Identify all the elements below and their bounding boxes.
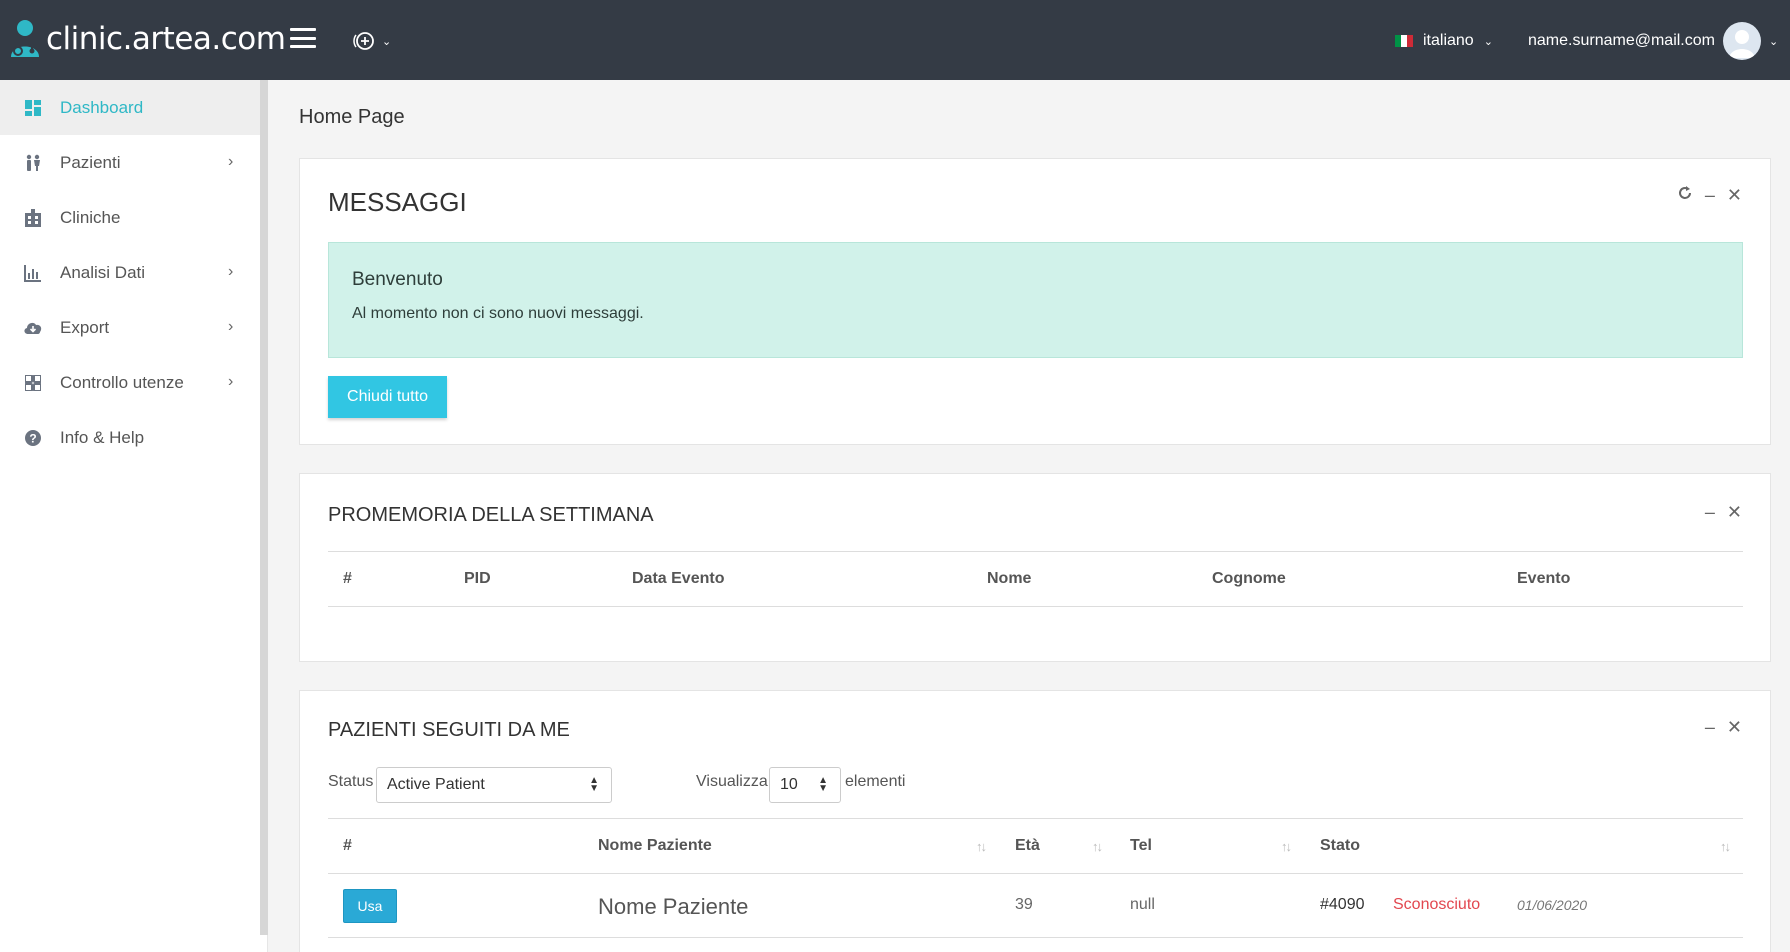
sidebar-item-label: Pazienti: [60, 152, 121, 172]
help-circle-icon: ?: [22, 427, 44, 449]
sidebar-scrollbar[interactable]: [260, 80, 268, 935]
column-header[interactable]: Data Evento: [632, 570, 724, 588]
patients-title: PAZIENTI SEGUITI DA ME: [328, 719, 570, 741]
column-header[interactable]: #: [343, 837, 352, 855]
sidebar-item-label: Dashboard: [60, 97, 144, 117]
column-header[interactable]: Età: [1015, 837, 1040, 855]
close-icon[interactable]: ✕: [1727, 185, 1742, 206]
grid-icon: [22, 372, 44, 394]
chevron-down-icon: ⌄: [1483, 35, 1493, 48]
sidebar-item-label: Export: [60, 317, 110, 337]
chevron-down-icon: ⌄: [382, 35, 392, 48]
sidebar-item-controllo-utenze[interactable]: Controllo utenze ›: [0, 355, 267, 410]
messages-panel: MESSAGGI – ✕ Benvenuto Al momento non ci…: [299, 158, 1771, 445]
avatar: [1722, 22, 1761, 60]
select-caret-icon: ▲ ▼: [589, 775, 599, 794]
close-all-button[interactable]: Chiudi tutto: [328, 376, 447, 418]
italy-flag-icon: [1395, 35, 1413, 47]
alert-title: Benvenuto: [352, 269, 443, 290]
sidebar-item-cliniche[interactable]: Cliniche: [0, 190, 267, 245]
column-header[interactable]: Stato: [1320, 837, 1360, 855]
select-caret-icon: ▲ ▼: [818, 775, 828, 794]
sort-icon[interactable]: ↑↓: [976, 839, 987, 854]
menu-toggle-icon[interactable]: [290, 28, 316, 48]
column-header[interactable]: #: [343, 570, 352, 588]
page-size-select[interactable]: 10 ▲ ▼: [769, 767, 841, 803]
use-patient-button[interactable]: Usa: [343, 889, 397, 923]
language-label: italiano: [1423, 32, 1474, 49]
page-size-suffix: elementi: [845, 773, 906, 790]
chevron-down-icon: ⌄: [1768, 35, 1779, 48]
sidebar-item-info-help[interactable]: ? Info & Help: [0, 410, 267, 465]
top-navbar: clinic.artea.com ⌄ italiano ⌄ name.surna…: [0, 0, 1790, 80]
patient-id: #4090: [1320, 896, 1365, 913]
reminders-panel: PROMEMORIA DELLA SETTIMANA – ✕ # PID Dat…: [299, 473, 1771, 662]
column-header[interactable]: Evento: [1517, 570, 1570, 588]
chevron-right-icon: ›: [228, 153, 234, 170]
sidebar-item-label: Cliniche: [60, 207, 121, 227]
status-select-value: Active Patient: [387, 776, 485, 793]
quick-add-menu[interactable]: ⌄: [352, 28, 391, 54]
patient-age: 39: [1015, 896, 1033, 913]
sort-icon[interactable]: ↑↓: [1092, 839, 1103, 854]
page-size-label: Visualizza: [696, 773, 768, 790]
table-row: Usa Nome Paziente 39 null #4090 Sconosci…: [328, 874, 1743, 938]
alert-text: Al momento non ci sono nuovi messaggi.: [352, 305, 644, 322]
page-title: Home Page: [299, 106, 405, 128]
column-header[interactable]: Nome: [987, 570, 1031, 588]
column-header[interactable]: Tel: [1130, 837, 1152, 855]
page-size-value: 10: [780, 776, 798, 793]
column-header[interactable]: PID: [464, 570, 491, 588]
sort-icon[interactable]: ↑↓: [1720, 839, 1731, 854]
doctor-icon: [8, 19, 42, 59]
column-header[interactable]: Nome Paziente: [598, 837, 712, 855]
sidebar-item-label: Info & Help: [60, 427, 145, 447]
brand-name: clinic.artea.com: [46, 21, 286, 57]
column-header[interactable]: Cognome: [1212, 570, 1286, 588]
status-date: 01/06/2020: [1517, 897, 1588, 913]
reminders-title: PROMEMORIA DELLA SETTIMANA: [328, 504, 654, 526]
minimize-icon[interactable]: –: [1705, 185, 1715, 206]
brand-logo[interactable]: clinic.artea.com: [8, 16, 286, 62]
sidebar: Dashboard Pazienti › Cliniche Analisi Da…: [0, 80, 268, 952]
sort-icon[interactable]: ↑↓: [1281, 839, 1292, 854]
close-icon[interactable]: ✕: [1727, 717, 1742, 738]
status-select[interactable]: Active Patient ▲ ▼: [376, 767, 612, 803]
refresh-icon[interactable]: [1677, 185, 1693, 206]
dashboard-icon: [22, 97, 44, 119]
reminders-table-header: # PID Data Evento Nome Cognome Evento: [328, 551, 1743, 607]
sidebar-item-pazienti[interactable]: Pazienti ›: [0, 135, 267, 190]
status-filter-label: Status: [328, 773, 374, 790]
messages-title: MESSAGGI: [328, 187, 467, 217]
sidebar-item-dashboard[interactable]: Dashboard: [0, 80, 267, 135]
hospital-icon: [22, 207, 44, 229]
cloud-download-icon: [22, 317, 44, 339]
chevron-right-icon: ›: [228, 318, 234, 335]
user-email: name.surname@mail.com: [1528, 32, 1715, 49]
chevron-right-icon: ›: [228, 263, 234, 280]
welcome-alert: Benvenuto Al momento non ci sono nuovi m…: [328, 242, 1743, 358]
sidebar-item-label: Controllo utenze: [60, 372, 184, 392]
svg-text:?: ?: [29, 431, 36, 445]
minimize-icon[interactable]: –: [1705, 717, 1715, 738]
patient-name[interactable]: Nome Paziente: [598, 894, 748, 920]
bar-chart-icon: [22, 262, 44, 284]
people-icon: [22, 152, 44, 174]
sidebar-item-export[interactable]: Export ›: [0, 300, 267, 355]
my-patients-panel: PAZIENTI SEGUITI DA ME – ✕ Status Active…: [299, 690, 1771, 952]
language-selector[interactable]: italiano ⌄: [1395, 28, 1493, 54]
close-icon[interactable]: ✕: [1727, 502, 1742, 523]
patients-table-header: # Nome Paziente ↑↓ Età ↑↓ Tel ↑↓ Stato ↑…: [328, 818, 1743, 874]
patient-tel: null: [1130, 896, 1155, 913]
add-circle-icon: [353, 32, 374, 50]
minimize-icon[interactable]: –: [1705, 502, 1715, 523]
sidebar-item-label: Analisi Dati: [60, 262, 146, 282]
chevron-right-icon: ›: [228, 373, 234, 390]
status-badge: Sconosciuto: [1393, 896, 1481, 913]
sidebar-item-analisi-dati[interactable]: Analisi Dati ›: [0, 245, 267, 300]
user-menu[interactable]: name.surname@mail.com ⌄: [1528, 22, 1778, 60]
